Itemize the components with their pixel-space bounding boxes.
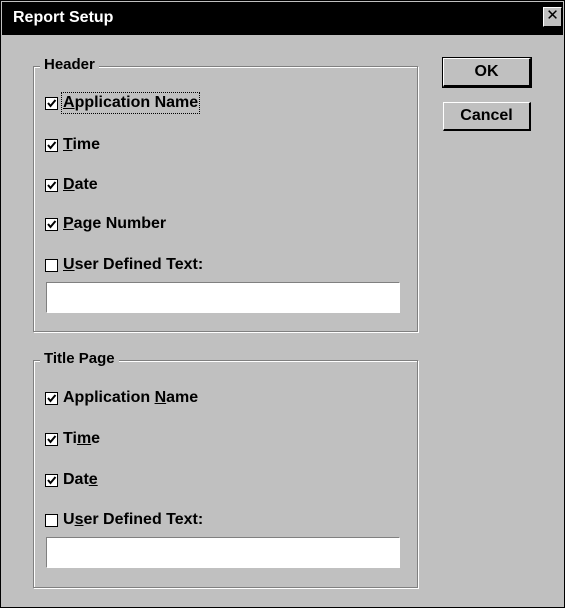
checkmark-icon (45, 391, 58, 405)
checkmark-icon (45, 96, 58, 110)
title-page-group-label: Title Page (40, 350, 119, 367)
header-date-checkbox[interactable]: Date (45, 175, 98, 195)
close-button[interactable]: ✕ (543, 7, 562, 27)
checkmark-icon (45, 432, 58, 446)
header-page-number-label: Page Number (63, 215, 167, 232)
header-user-defined-text-label: User Defined Text: (63, 256, 204, 273)
title-page-time-checkbox[interactable]: Time (45, 429, 100, 449)
empty-checkbox-icon (45, 513, 58, 527)
header-user-defined-text-checkbox[interactable]: User Defined Text: (45, 255, 203, 275)
header-group-label: Header (40, 56, 99, 73)
header-application-name-label: Application Name (60, 92, 201, 114)
checkmark-icon (45, 178, 58, 192)
header-time-checkbox[interactable]: Time (45, 135, 100, 155)
title-page-date-checkbox[interactable]: Date (45, 470, 98, 490)
header-page-number-checkbox[interactable]: Page Number (45, 214, 166, 234)
title-page-time-label: Time (63, 430, 101, 447)
checkmark-icon (45, 138, 58, 152)
header-date-label: Date (63, 176, 98, 193)
cancel-button[interactable]: Cancel (443, 102, 531, 131)
title-page-user-text-input[interactable] (46, 537, 400, 568)
title-page-date-label: Date (63, 471, 98, 488)
title-page-user-defined-text-label: User Defined Text: (63, 511, 204, 528)
title-page-group: Title Page Application Name Time Date User … (33, 350, 418, 588)
checkmark-icon (45, 217, 58, 231)
empty-checkbox-icon (45, 258, 58, 272)
title-page-user-defined-text-checkbox[interactable]: User Defined Text: (45, 510, 203, 530)
header-group: Header Application Name Time Date Page Numb… (33, 56, 418, 332)
header-time-label: Time (63, 136, 101, 153)
title-page-application-name-checkbox[interactable]: Application Name (45, 388, 198, 408)
header-application-name-checkbox[interactable]: Application Name (45, 92, 201, 114)
header-user-text-input[interactable] (46, 282, 400, 313)
title-bar[interactable]: Report Setup ✕ (2, 2, 563, 35)
window-title: Report Setup (13, 9, 114, 26)
close-icon: ✕ (546, 7, 559, 24)
checkmark-icon (45, 473, 58, 487)
report-setup-dialog: Report Setup ✕ Header Application Name Ti… (0, 0, 565, 608)
ok-button[interactable]: OK (442, 57, 532, 88)
title-page-application-name-label: Application Name (63, 389, 199, 406)
